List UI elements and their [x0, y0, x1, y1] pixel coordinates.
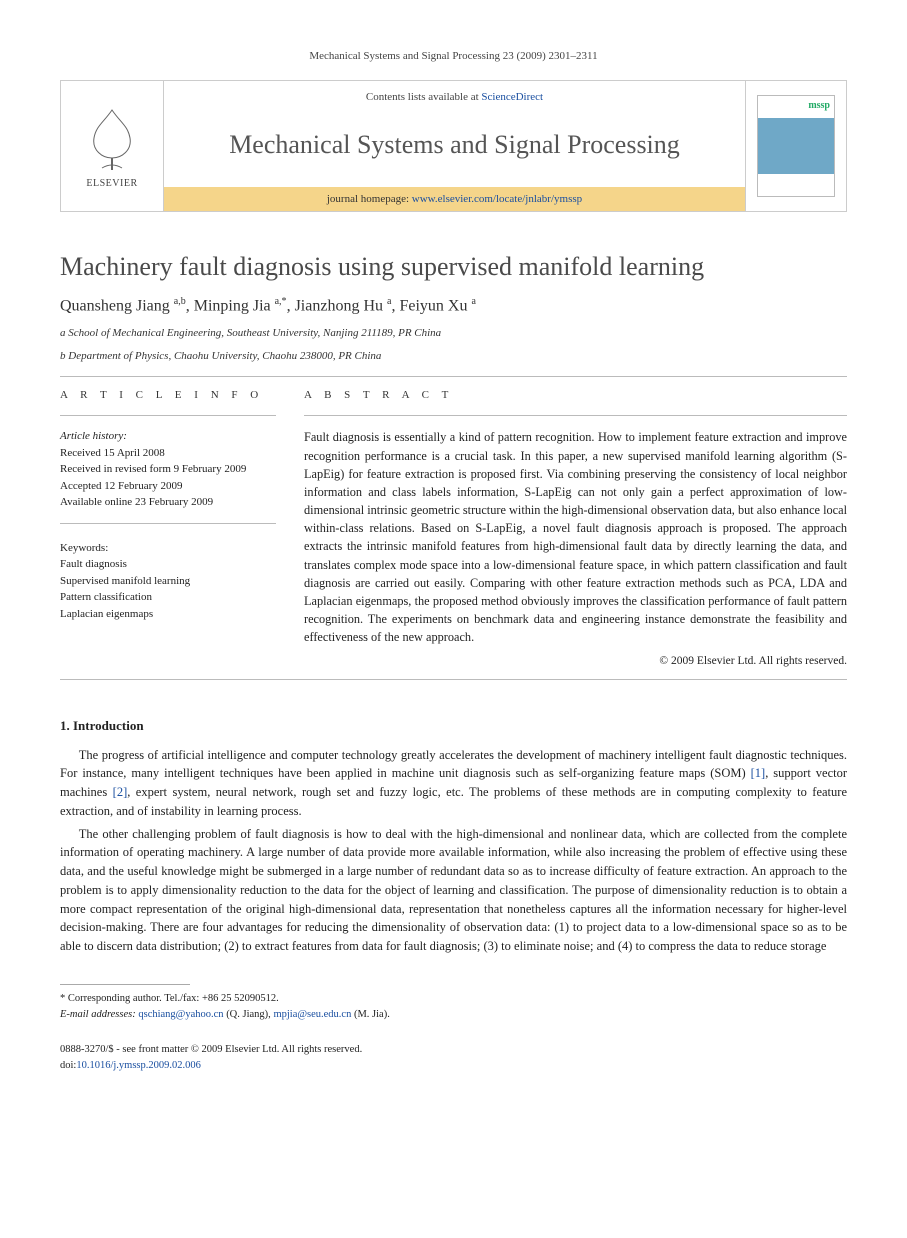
divider — [304, 415, 847, 416]
email-who: (Q. Jiang), — [226, 1009, 271, 1020]
footnote-rule — [60, 984, 190, 985]
publisher-logo-box: ELSEVIER — [61, 81, 164, 211]
divider — [60, 415, 276, 416]
ref-link[interactable]: [2] — [113, 785, 128, 799]
keywords-label: Keywords: — [60, 540, 276, 557]
para1-pre: The progress of artificial intelligence … — [60, 748, 847, 781]
abstract-copyright: © 2009 Elsevier Ltd. All rights reserved… — [304, 655, 847, 667]
journal-name: Mechanical Systems and Signal Processing — [164, 130, 745, 160]
email-who: (M. Jia). — [354, 1009, 390, 1020]
sciencedirect-link[interactable]: ScienceDirect — [481, 91, 543, 103]
article-title: Machinery fault diagnosis using supervis… — [60, 252, 847, 282]
author-list: Quansheng Jiang a,b, Minping Jia a,*, Ji… — [60, 296, 847, 315]
running-head: Mechanical Systems and Signal Processing… — [60, 50, 847, 62]
history-label: Article history: — [60, 428, 276, 445]
homepage-prefix: journal homepage: — [327, 193, 412, 205]
divider — [60, 523, 276, 524]
email-link[interactable]: mpjia@seu.edu.cn — [273, 1009, 351, 1020]
cover-label: mssp — [808, 100, 830, 111]
corresponding-author: * Corresponding author. Tel./fax: +86 25… — [60, 991, 847, 1007]
keyword: Pattern classification — [60, 589, 276, 606]
divider — [60, 679, 847, 680]
para1-post: , expert system, neural network, rough s… — [60, 785, 847, 818]
para2: The other challenging problem of fault d… — [60, 825, 847, 956]
ref-link[interactable]: [1] — [751, 766, 766, 780]
doi-link[interactable]: 10.1016/j.ymssp.2009.02.006 — [76, 1060, 201, 1071]
publisher-label: ELSEVIER — [86, 178, 137, 189]
affiliation-b: b Department of Physics, Chaohu Universi… — [60, 348, 847, 365]
history-accepted: Accepted 12 February 2009 — [60, 478, 276, 495]
affiliation-a: a School of Mechanical Engineering, Sout… — [60, 325, 847, 342]
abstract-heading: A B S T R A C T — [304, 389, 847, 401]
journal-header: ELSEVIER Contents lists available at Sci… — [60, 80, 847, 212]
abstract-text: Fault diagnosis is essentially a kind of… — [304, 428, 847, 646]
email-link[interactable]: qschiang@yahoo.cn — [138, 1009, 223, 1020]
keyword: Fault diagnosis — [60, 556, 276, 573]
contents-prefix: Contents lists available at — [366, 91, 481, 103]
section-heading: 1. Introduction — [60, 718, 847, 734]
article-info-heading: A R T I C L E I N F O — [60, 389, 276, 401]
history-revised: Received in revised form 9 February 2009 — [60, 461, 276, 478]
history-online: Available online 23 February 2009 — [60, 494, 276, 511]
journal-cover-box: mssp — [745, 81, 846, 211]
keyword: Laplacian eigenmaps — [60, 606, 276, 623]
elsevier-tree-icon — [84, 104, 140, 174]
issn-line: 0888-3270/$ - see front matter © 2009 El… — [60, 1042, 847, 1058]
doi-label: doi: — [60, 1060, 76, 1071]
homepage-line: journal homepage: www.elsevier.com/locat… — [164, 187, 745, 211]
homepage-link[interactable]: www.elsevier.com/locate/jnlabr/ymssp — [412, 193, 582, 205]
doi-line: doi:10.1016/j.ymssp.2009.02.006 — [60, 1058, 847, 1074]
divider — [60, 376, 847, 377]
journal-cover-thumbnail: mssp — [757, 95, 835, 197]
body-text: The progress of artificial intelligence … — [60, 746, 847, 956]
history-received: Received 15 April 2008 — [60, 445, 276, 462]
contents-available-line: Contents lists available at ScienceDirec… — [164, 81, 745, 103]
keyword: Supervised manifold learning — [60, 573, 276, 590]
email-line: E-mail addresses: qschiang@yahoo.cn (Q. … — [60, 1007, 847, 1023]
email-label: E-mail addresses: — [60, 1009, 136, 1020]
